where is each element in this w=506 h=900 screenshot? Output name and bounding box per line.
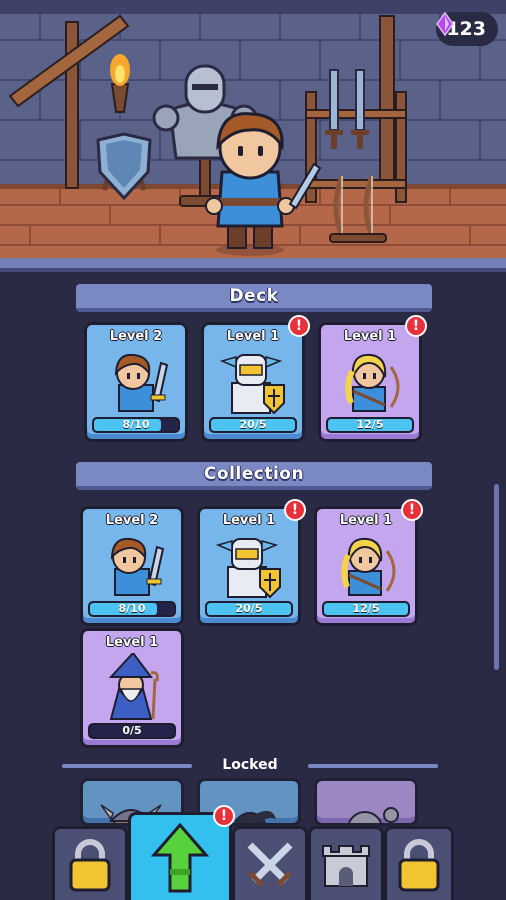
card-alert-badge: ! bbox=[401, 499, 423, 521]
shield-stand bbox=[96, 132, 152, 201]
nav-battle[interactable] bbox=[232, 826, 308, 900]
monk-hero-portrait bbox=[348, 807, 399, 823]
card-progress-bar: 8/10 bbox=[92, 417, 180, 433]
knight-hero-portrait bbox=[110, 537, 165, 596]
gem-icon bbox=[436, 12, 455, 36]
card-progress-bar: 12/5 bbox=[322, 601, 410, 617]
deck-card-knight-hero[interactable]: Level 2 8/10 bbox=[84, 322, 188, 442]
card-progress-bar: 20/5 bbox=[209, 417, 297, 433]
card-progress-bar: 8/10 bbox=[88, 601, 176, 617]
paladin-hero-portrait bbox=[219, 354, 285, 415]
wizard-hero-portrait bbox=[108, 653, 159, 720]
card-progress-bar: 12/5 bbox=[326, 417, 414, 433]
card-level: Level 2 bbox=[105, 513, 159, 528]
bottom-nav: ! bbox=[0, 805, 506, 900]
deck-header: Deck bbox=[76, 284, 432, 312]
card-level: Level 1 bbox=[105, 635, 159, 650]
crossed-swords-icon bbox=[247, 842, 293, 887]
card-progress-text: 20/5 bbox=[239, 418, 267, 431]
deck-card-archer-hero[interactable]: Level 1 12/5! bbox=[318, 315, 427, 442]
card-level: Level 1 bbox=[343, 329, 397, 344]
armory-background bbox=[0, 0, 506, 262]
padlock-icon bbox=[398, 838, 440, 891]
card-progress-text: 12/5 bbox=[356, 418, 384, 431]
nav-upgrade[interactable]: ! bbox=[128, 805, 235, 900]
collection-card-archer-hero[interactable]: Level 1 12/5! bbox=[314, 499, 423, 626]
scene-border bbox=[0, 258, 506, 272]
nav-locked-right[interactable] bbox=[384, 826, 454, 900]
locked-divider: Locked bbox=[62, 757, 438, 774]
locked-card-monk-hero[interactable] bbox=[314, 778, 418, 826]
gem-counter[interactable]: 123 bbox=[436, 12, 498, 46]
up-arrow-icon bbox=[150, 822, 210, 892]
padlock-icon bbox=[69, 838, 111, 891]
scrollbar[interactable] bbox=[494, 484, 499, 670]
card-progress-text: 12/5 bbox=[352, 602, 380, 615]
card-level: Level 2 bbox=[109, 329, 163, 344]
armory-scene: 123 bbox=[0, 0, 506, 268]
knight-hero-portrait bbox=[114, 353, 169, 412]
card-level: Level 1 bbox=[226, 329, 280, 344]
card-progress-text: 20/5 bbox=[235, 602, 263, 615]
collection-title: Collection bbox=[203, 464, 305, 484]
card-progress-bar: 20/5 bbox=[205, 601, 293, 617]
collection-header: Collection bbox=[76, 462, 432, 490]
collection-card-knight-hero[interactable]: Level 2 8/10 bbox=[80, 506, 184, 626]
deck-title: Deck bbox=[229, 286, 279, 306]
card-level: Level 1 bbox=[222, 513, 276, 528]
nav-castle[interactable] bbox=[308, 826, 384, 900]
card-alert-badge: ! bbox=[405, 315, 427, 337]
deck-card-paladin-hero[interactable]: Level 1 20/5! bbox=[201, 315, 310, 442]
paladin-hero-portrait bbox=[215, 538, 281, 599]
locked-title: Locked bbox=[222, 757, 278, 773]
nav-alert-badge: ! bbox=[213, 805, 235, 827]
archer-hero-portrait bbox=[345, 353, 400, 412]
card-progress-text: 8/10 bbox=[122, 418, 150, 431]
collection-card-wizard-hero[interactable]: Level 1 0/5 bbox=[80, 628, 184, 748]
nav-locked-left[interactable] bbox=[52, 826, 128, 900]
collection-card-paladin-hero[interactable]: Level 1 20/5! bbox=[197, 499, 306, 626]
archer-hero-portrait bbox=[341, 537, 396, 596]
card-level: Level 1 bbox=[339, 513, 393, 528]
card-alert-badge: ! bbox=[288, 315, 310, 337]
castle-icon bbox=[322, 844, 370, 887]
card-progress-bar: 0/5 bbox=[88, 723, 176, 739]
card-progress-text: 8/10 bbox=[118, 602, 146, 615]
card-progress-text: 0/5 bbox=[122, 724, 142, 737]
card-alert-badge: ! bbox=[284, 499, 306, 521]
